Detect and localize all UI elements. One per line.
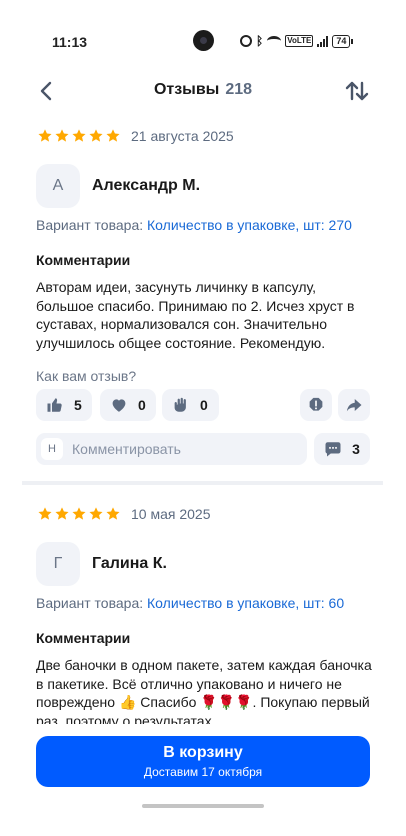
clapping-hands-icon: [174, 397, 186, 412]
review-date: 10 мая 2025: [131, 506, 211, 522]
bottom-bar: В корзину Доставим 17 октября: [0, 724, 406, 836]
review-author: А Александр М.: [36, 164, 200, 208]
comments-button[interactable]: 3: [314, 433, 370, 465]
battery-icon: 74: [332, 34, 354, 48]
user-avatar: Н: [41, 438, 63, 460]
star-icon: [38, 129, 52, 142]
product-variant: Вариант товара: Количество в упаковке, ш…: [36, 595, 344, 611]
add-to-cart-button[interactable]: В корзину Доставим 17 октября: [36, 736, 370, 787]
comment-input[interactable]: Н Комментировать: [36, 433, 307, 465]
status-icons: ᛒ VoLTE 74: [240, 34, 354, 48]
likes-count: 5: [74, 397, 82, 413]
author-name: Александр М.: [92, 177, 201, 194]
bluetooth-icon: ᛒ: [256, 34, 264, 48]
share-button[interactable]: [338, 389, 370, 421]
variant-link[interactable]: Количество в упаковке, шт: 270: [147, 217, 352, 233]
star-icon: [72, 129, 86, 142]
review-author: Г Галина К.: [36, 542, 167, 586]
speech-bubble-icon: [325, 442, 341, 457]
add-to-cart-label: В корзину: [163, 744, 243, 761]
product-variant: Вариант товара: Количество в упаковке, ш…: [36, 217, 352, 233]
review-rating: 10 мая 2025: [37, 506, 211, 522]
reviews-count: 218: [225, 81, 253, 98]
review-text: Две баночки в одном пакете, затем каждая…: [36, 657, 372, 729]
star-icon: [106, 129, 120, 142]
star-icon: [106, 507, 120, 520]
thumbs-up-icon: [47, 398, 62, 412]
front-camera: [193, 30, 214, 51]
clap-button[interactable]: 0: [162, 389, 219, 421]
variant-label: Вариант товара:: [36, 217, 148, 233]
star-icon: [38, 507, 52, 520]
hearts-count: 0: [138, 397, 146, 413]
like-button[interactable]: 5: [36, 389, 92, 421]
report-button[interactable]: [300, 389, 332, 421]
signal-icon: [317, 35, 329, 47]
review-rating: 21 августа 2025: [37, 128, 234, 144]
sort-arrows-icon: [345, 81, 369, 101]
variant-label: Вариант товара:: [36, 595, 148, 611]
comment-placeholder: Комментировать: [72, 441, 181, 457]
star-rating: [37, 506, 121, 522]
star-icon: [55, 129, 69, 142]
volte-icon: VoLTE: [285, 35, 314, 47]
star-rating: [37, 128, 121, 144]
comments-count: 3: [352, 441, 360, 457]
warning-icon: [309, 397, 323, 411]
wifi-icon: [267, 36, 282, 46]
comment-heading: Комментарии: [36, 630, 131, 646]
status-bar: 11:13 ᛒ VoLTE 74: [0, 0, 406, 62]
heart-button[interactable]: 0: [100, 389, 156, 421]
comment-row: Н Комментировать 3: [36, 433, 370, 465]
sort-button[interactable]: [344, 78, 370, 104]
avatar: Г: [36, 542, 80, 586]
variant-link[interactable]: Количество в упаковке, шт: 60: [147, 595, 344, 611]
comment-heading: Комментарии: [36, 252, 131, 268]
page-header: Отзывы 218: [0, 72, 406, 110]
status-time: 11:13: [52, 34, 88, 50]
author-name: Галина К.: [92, 555, 167, 572]
star-icon: [89, 129, 103, 142]
heart-icon: [112, 399, 126, 412]
home-indicator[interactable]: [142, 804, 264, 808]
alarm-icon: [240, 35, 252, 47]
avatar: А: [36, 164, 80, 208]
delivery-date: Доставим 17 октября: [143, 765, 263, 779]
star-icon: [55, 507, 69, 520]
star-icon: [89, 507, 103, 520]
share-icon: [346, 399, 362, 412]
review-feedback-question: Как вам отзыв?: [36, 368, 137, 384]
reactions-row: 5 0 0: [36, 389, 370, 421]
review-divider: [22, 481, 383, 485]
review-text: Авторам идеи, засунуть личинку в капсулу…: [36, 279, 355, 351]
review-date: 21 августа 2025: [131, 128, 234, 144]
claps-count: 0: [200, 397, 208, 413]
star-icon: [72, 507, 86, 520]
page-title-text: Отзывы: [153, 81, 220, 98]
